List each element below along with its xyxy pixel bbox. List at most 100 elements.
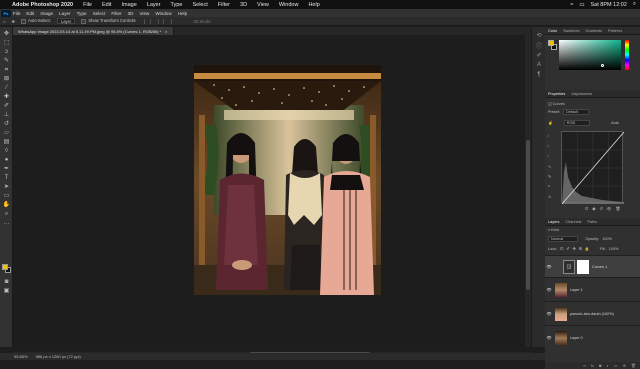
history-panel-icon[interactable]: ⟲ <box>535 32 543 39</box>
system-menu-layer[interactable]: Layer <box>147 2 161 8</box>
auto-button[interactable]: Auto <box>611 121 619 125</box>
more-tools-icon[interactable]: ··· <box>2 221 11 227</box>
layer-row[interactable]: 👁 Layer 1 <box>545 277 640 301</box>
tab-patterns[interactable]: Patterns <box>605 29 625 33</box>
eyedropper-gray-icon[interactable]: ⁄ <box>548 144 549 148</box>
dodge-tool-icon[interactable]: ● <box>2 157 11 163</box>
trash-icon[interactable]: 🗑 <box>631 363 636 368</box>
pencil-edit-icon[interactable]: ✎ <box>548 174 551 179</box>
menu-layer[interactable]: Layer <box>59 11 71 16</box>
gradient-tool-icon[interactable]: ▤ <box>2 139 11 145</box>
clipping-warning-icon[interactable]: ⚠ <box>548 194 551 199</box>
auto-select-checkbox[interactable] <box>21 18 27 24</box>
tab-properties[interactable]: Properties <box>545 92 568 96</box>
panel-foreground-swatch[interactable] <box>548 40 554 46</box>
system-menu-help[interactable]: Help <box>308 2 319 8</box>
system-menu-image[interactable]: Image <box>121 2 136 8</box>
layer-row[interactable]: 👁 ◲ Curves 1 <box>545 255 640 277</box>
quick-select-tool-icon[interactable]: ✎ <box>2 58 11 64</box>
tab-paths[interactable]: Paths <box>584 220 600 224</box>
channel-dropdown[interactable]: RGB <box>563 120 591 126</box>
eye-icon[interactable]: 👁 <box>545 311 553 316</box>
type-tool-icon[interactable]: T <box>2 175 11 181</box>
eyedropper-white-icon[interactable]: ⁄ <box>548 154 549 158</box>
system-menu-window[interactable]: Window <box>279 2 299 8</box>
fill-input[interactable]: 100% <box>609 247 619 251</box>
path-select-tool-icon[interactable]: ➤ <box>2 184 11 190</box>
menu-file[interactable]: File <box>13 11 20 16</box>
marquee-tool-icon[interactable]: ⬚ <box>2 40 11 46</box>
vertical-scroll-thumb[interactable] <box>526 140 530 290</box>
system-menu-select[interactable]: Select <box>192 2 207 8</box>
new-layer-icon[interactable]: ⊕ <box>623 363 626 368</box>
eye-icon[interactable]: 👁 <box>545 264 553 269</box>
lasso-tool-icon[interactable]: ↄ <box>2 49 11 55</box>
quick-mask-icon[interactable]: ◙ <box>2 279 11 285</box>
layer-mask-thumbnail[interactable] <box>577 259 589 274</box>
menu-help[interactable]: Help <box>178 11 187 16</box>
eye-icon[interactable]: 👁 <box>545 335 553 340</box>
fx-icon[interactable]: fx <box>591 363 594 368</box>
menu-3d[interactable]: 3D <box>128 11 134 16</box>
tab-color[interactable]: Color <box>545 29 560 33</box>
search-icon[interactable]: ⌕ <box>633 1 636 8</box>
system-menu-file[interactable]: File <box>83 2 92 8</box>
menu-select[interactable]: Select <box>93 11 106 16</box>
crop-tool-icon[interactable]: ⌗ <box>2 67 11 73</box>
battery-icon[interactable]: ▭ <box>579 2 584 8</box>
system-menu-view[interactable]: View <box>257 2 269 8</box>
healing-tool-icon[interactable]: ✚ <box>2 94 11 100</box>
new-adjustment-icon[interactable]: ◐ <box>606 363 608 368</box>
screen-mode-icon[interactable]: ▣ <box>2 288 11 294</box>
document-tab[interactable]: WhatsApp Image 2022-03-14 at 5.11.49 PM.… <box>13 27 174 35</box>
auto-select-dropdown[interactable]: Layer <box>56 18 76 24</box>
clock-text[interactable]: Sat 8PM 12:02 <box>591 2 627 8</box>
menu-filter[interactable]: Filter <box>111 11 121 16</box>
tab-adjustments[interactable]: Adjustments <box>568 92 595 96</box>
menu-image[interactable]: Image <box>40 11 53 16</box>
menu-type[interactable]: Type <box>77 11 87 16</box>
layer-name[interactable]: Layer 0 <box>570 336 583 340</box>
new-group-icon[interactable]: ▭ <box>614 363 618 368</box>
app-name[interactable]: Adobe Photoshop 2020 <box>12 2 73 8</box>
system-menu-type[interactable]: Type <box>171 2 183 8</box>
canvas-area[interactable] <box>13 35 531 347</box>
system-menu-filter[interactable]: Filter <box>218 2 230 8</box>
target-adjust-icon[interactable]: ☝ <box>548 121 553 125</box>
system-menu-edit[interactable]: Edit <box>102 2 111 8</box>
foreground-color-swatch[interactable] <box>2 264 8 270</box>
move-tool-icon[interactable]: ✥ <box>12 19 16 24</box>
system-menu-3d[interactable]: 3D <box>240 2 247 8</box>
home-icon[interactable]: ⌂ <box>3 19 6 24</box>
menu-window[interactable]: Window <box>155 11 171 16</box>
zoom-level[interactable]: 95.85% <box>14 354 28 359</box>
hand-tool-icon[interactable]: ✋ <box>2 202 11 208</box>
layer-name[interactable]: Layer 1 <box>570 288 583 292</box>
tab-gradients[interactable]: Gradients <box>583 29 605 33</box>
add-mask-icon[interactable]: ◙ <box>599 363 601 368</box>
layer-row[interactable]: 👁 pseudo-lam-darsh (100%) <box>545 301 640 325</box>
menu-edit[interactable]: Edit <box>26 11 34 16</box>
lock-icons[interactable]: ⊡✐✥⊞🔒 <box>560 247 592 251</box>
eyedropper-tool-icon[interactable]: ⁄ <box>2 85 11 91</box>
layer-kind-filter[interactable]: Kind <box>551 228 559 232</box>
close-icon[interactable]: × <box>165 29 167 34</box>
blend-mode-dropdown[interactable]: Normal <box>548 236 579 242</box>
hue-slider[interactable] <box>625 40 629 70</box>
curves-graph[interactable] <box>561 131 625 205</box>
smooth-icon[interactable]: ≈ <box>548 184 550 188</box>
tab-channels[interactable]: Channels <box>562 220 584 224</box>
filter-search-icon[interactable]: ⌕ <box>548 228 550 232</box>
move-tool-icon[interactable]: ✥ <box>2 31 11 37</box>
eye-icon[interactable]: 👁 <box>545 287 553 292</box>
document-canvas-image[interactable] <box>194 65 381 295</box>
paragraph-panel-icon[interactable]: ¶ <box>535 72 543 78</box>
align-icons[interactable]: ▕ ▏▕ ▏▕ ··· <box>142 19 188 24</box>
brush-tool-icon[interactable]: ✐ <box>2 103 11 109</box>
tab-swatches[interactable]: Swatches <box>560 29 582 33</box>
curve-edit-icon[interactable]: ∿ <box>548 164 551 169</box>
layer-name[interactable]: pseudo-lam-darsh (100%) <box>570 312 614 316</box>
history-brush-icon[interactable]: ↺ <box>2 121 11 127</box>
menu-view[interactable]: View <box>139 11 149 16</box>
shape-tool-icon[interactable]: ▭ <box>2 193 11 199</box>
